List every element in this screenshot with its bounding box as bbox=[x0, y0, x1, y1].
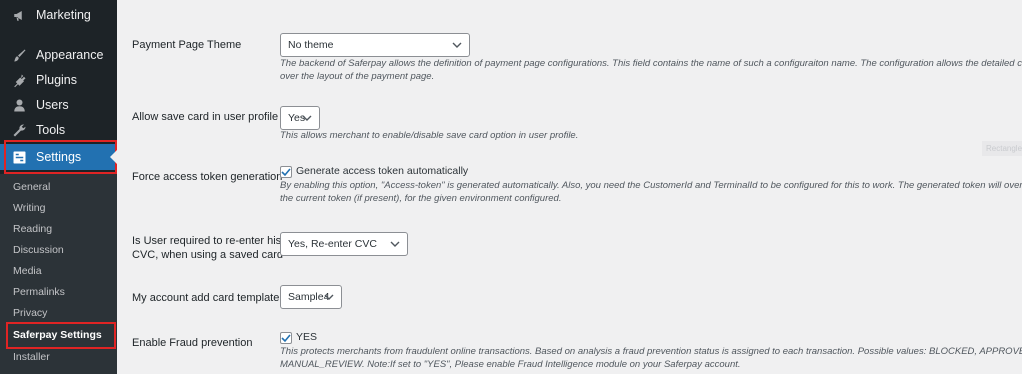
add-card-template-label: My account add card template bbox=[132, 292, 280, 304]
payment-theme-value: No theme bbox=[288, 39, 334, 51]
submenu-item-media[interactable]: Media bbox=[13, 262, 42, 280]
save-card-select[interactable]: Yes bbox=[280, 106, 320, 130]
submenu-item-writing[interactable]: Writing bbox=[13, 199, 45, 217]
reenter-cvc-value: Yes, Re-enter CVC bbox=[288, 238, 377, 250]
fraud-prevention-desc-1: This protects merchants from fraudulent … bbox=[280, 346, 1022, 357]
fraud-prevention-checkbox[interactable] bbox=[280, 332, 292, 344]
submenu-item-general[interactable]: General bbox=[13, 178, 50, 196]
access-token-desc-2: the current token (if present), for the … bbox=[280, 193, 562, 204]
admin-sidebar: Marketing Appearance Plugins Users Tools… bbox=[0, 0, 118, 374]
fraud-prevention-label: Enable Fraud prevention bbox=[132, 337, 253, 349]
payment-theme-label: Payment Page Theme bbox=[132, 39, 242, 51]
chevron-down-icon bbox=[390, 239, 400, 249]
submenu-item-reading[interactable]: Reading bbox=[13, 220, 52, 238]
access-token-checkbox[interactable] bbox=[280, 166, 292, 178]
reenter-cvc-select[interactable]: Yes, Re-enter CVC bbox=[280, 232, 408, 256]
menu-item-tools[interactable]: Tools bbox=[0, 117, 117, 143]
checkmark-icon bbox=[281, 168, 291, 177]
menu-item-label: Settings bbox=[36, 150, 82, 164]
submenu-item-permalinks[interactable]: Permalinks bbox=[13, 283, 65, 301]
submenu-item-privacy[interactable]: Privacy bbox=[13, 304, 47, 322]
reenter-cvc-label-2: CVC, when using a saved card bbox=[132, 249, 284, 261]
menu-item-marketing[interactable]: Marketing bbox=[0, 2, 117, 28]
save-card-label: Allow save card in user profile bbox=[132, 111, 279, 123]
add-card-template-select[interactable]: Sample4 bbox=[280, 285, 342, 309]
chevron-down-icon bbox=[302, 113, 312, 123]
menu-item-settings[interactable]: Settings bbox=[0, 144, 117, 170]
menu-item-label: Users bbox=[36, 98, 69, 112]
access-token-checkbox-label: Generate access token automatically bbox=[296, 165, 469, 177]
access-token-desc-1: By enabling this option, "Access-token" … bbox=[280, 180, 1022, 191]
payment-theme-select[interactable]: No theme bbox=[280, 33, 470, 57]
chevron-down-icon bbox=[324, 292, 334, 302]
submenu-item-saferpay-settings[interactable]: Saferpay Settings bbox=[13, 326, 102, 344]
megaphone-icon bbox=[10, 6, 28, 24]
payment-theme-desc-2: over the layout of the payment page. bbox=[280, 71, 435, 82]
fraud-prevention-checkbox-label: YES bbox=[296, 331, 318, 343]
wrench-icon bbox=[10, 121, 28, 139]
menu-item-plugins[interactable]: Plugins bbox=[0, 67, 117, 93]
menu-item-appearance[interactable]: Appearance bbox=[0, 42, 117, 68]
menu-item-label: Appearance bbox=[36, 48, 104, 62]
reenter-cvc-label-1: Is User required to re-enter his bbox=[132, 235, 282, 247]
ghost-button: Rectangle bbox=[982, 141, 1022, 156]
submenu-item-installer[interactable]: Installer bbox=[13, 348, 50, 366]
paintbrush-icon bbox=[10, 46, 28, 64]
menu-item-label: Marketing bbox=[36, 8, 91, 22]
menu-item-label: Tools bbox=[36, 123, 66, 137]
settings-icon bbox=[10, 148, 28, 166]
payment-theme-desc-1: The backend of Saferpay allows the defin… bbox=[280, 58, 1022, 69]
access-token-label: Force access token generation bbox=[132, 171, 283, 183]
save-card-desc: This allows merchant to enable/disable s… bbox=[280, 130, 579, 141]
plug-icon bbox=[10, 71, 28, 89]
settings-content: Payment Page Theme No theme The backend … bbox=[117, 0, 1022, 374]
fraud-prevention-desc-2: MANUAL_REVIEW. Note:If set to "YES", Ple… bbox=[280, 359, 741, 370]
menu-item-users[interactable]: Users bbox=[0, 92, 117, 118]
submenu-item-discussion[interactable]: Discussion bbox=[13, 241, 64, 259]
chevron-down-icon bbox=[452, 40, 462, 50]
users-icon bbox=[10, 96, 28, 114]
checkmark-icon bbox=[281, 334, 291, 343]
menu-item-label: Plugins bbox=[36, 73, 77, 87]
